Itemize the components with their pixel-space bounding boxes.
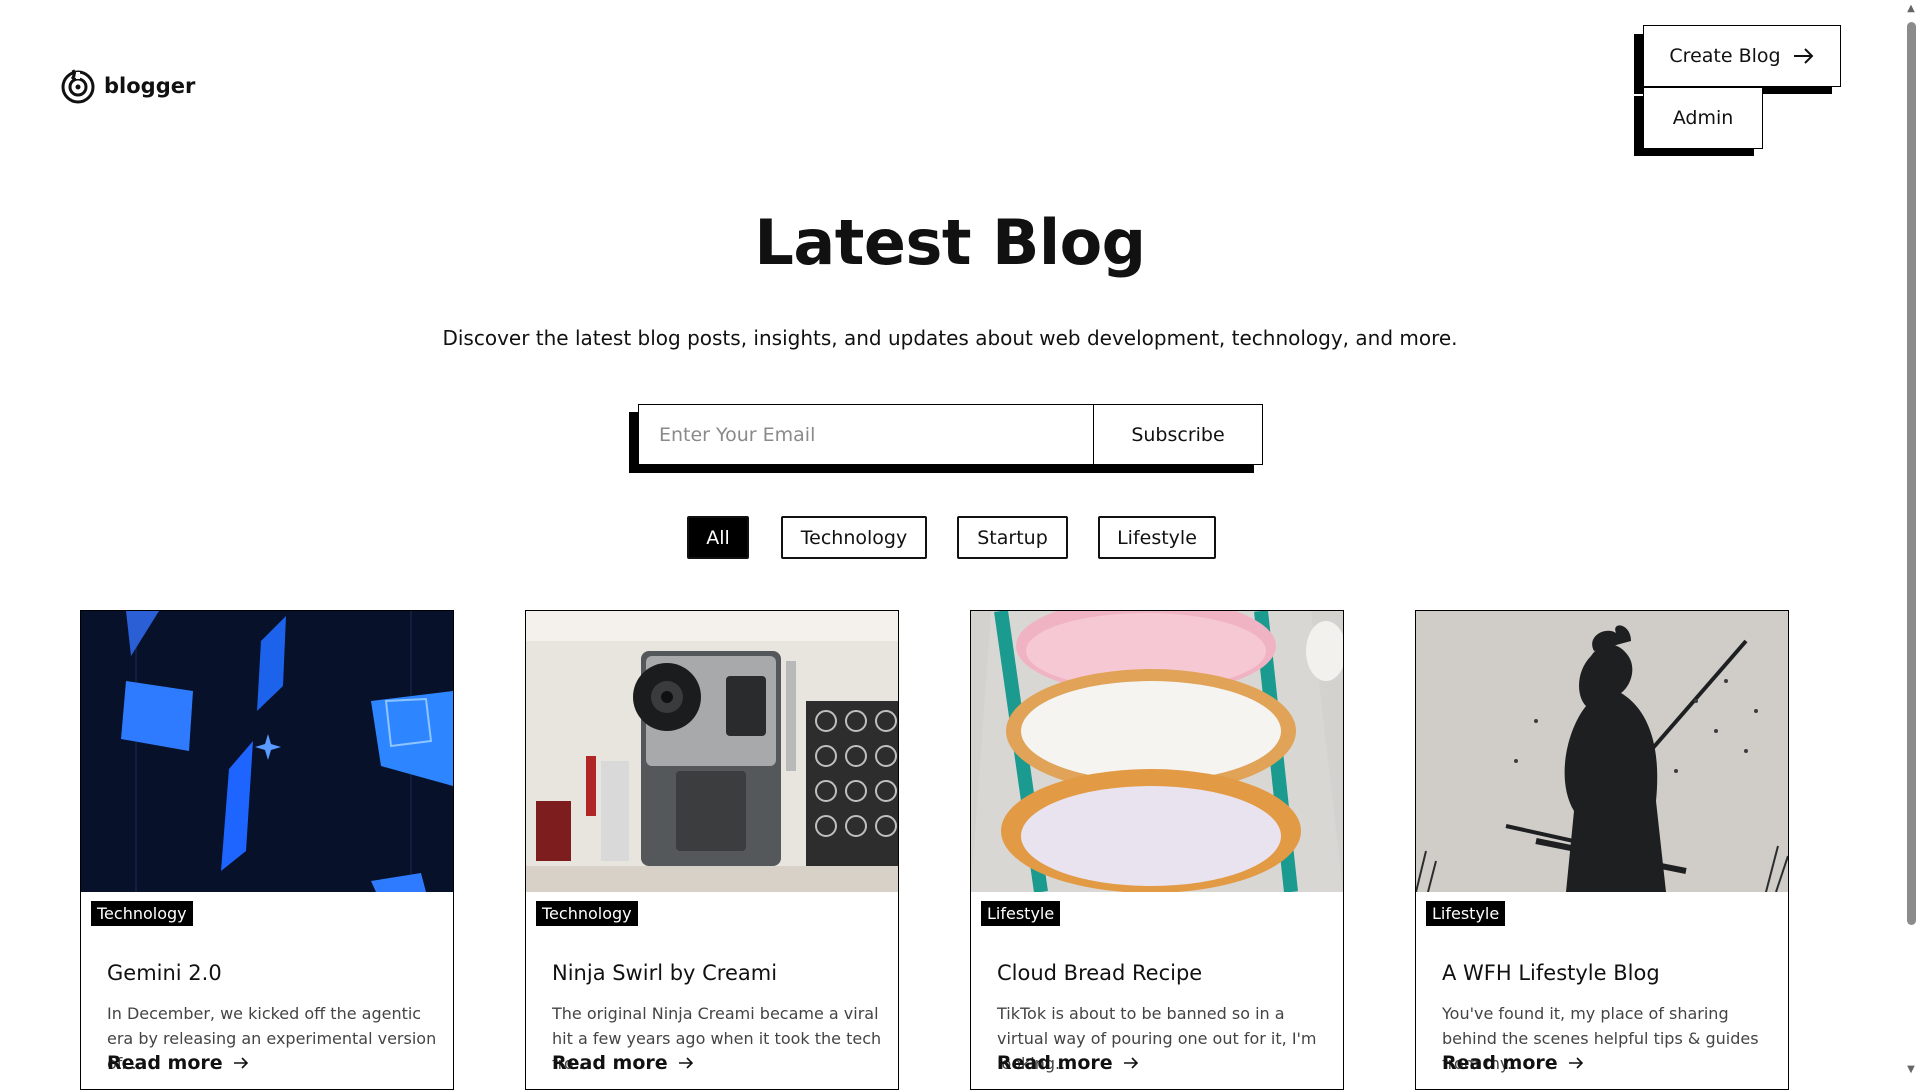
logo-icon <box>61 69 95 104</box>
arrow-right-icon <box>1793 48 1813 64</box>
page-title: Latest Blog <box>754 206 1146 279</box>
admin-button[interactable]: Admin <box>1643 87 1763 149</box>
category-badge: Technology <box>536 901 638 926</box>
filter-technology[interactable]: Technology <box>781 516 927 559</box>
blog-card[interactable]: Technology Gemini 2.0 In December, we ki… <box>80 610 454 1090</box>
logo[interactable]: blogger <box>60 68 195 104</box>
create-blog-label: Create Blog <box>1669 45 1781 67</box>
category-badge: Lifestyle <box>1426 901 1506 926</box>
read-more-link[interactable]: Read more <box>997 1052 1139 1074</box>
card-title[interactable]: Cloud Bread Recipe <box>997 961 1202 985</box>
arrow-right-icon <box>1568 1057 1583 1069</box>
filter-lifestyle[interactable]: Lifestyle <box>1098 516 1216 559</box>
create-blog-button[interactable]: Create Blog <box>1643 25 1841 87</box>
scrollbar-thumb[interactable] <box>1907 22 1916 925</box>
card-image-samurai <box>1416 611 1788 892</box>
subscribe-form: Subscribe <box>638 404 1263 465</box>
read-more-label: Read more <box>552 1052 668 1074</box>
card-image-cloud-bread <box>971 611 1343 892</box>
read-more-link[interactable]: Read more <box>107 1052 249 1074</box>
scroll-up-arrow-icon[interactable]: ▲ <box>1905 3 1917 15</box>
read-more-label: Read more <box>997 1052 1113 1074</box>
page-subtitle: Discover the latest blog posts, insights… <box>442 326 1458 350</box>
filter-startup[interactable]: Startup <box>957 516 1068 559</box>
arrow-right-icon <box>1123 1057 1138 1069</box>
card-title[interactable]: Ninja Swirl by Creami <box>552 961 777 985</box>
arrow-right-icon <box>233 1057 248 1069</box>
filter-all[interactable]: All <box>687 516 749 559</box>
read-more-link[interactable]: Read more <box>552 1052 694 1074</box>
card-image-ninja <box>526 611 898 892</box>
read-more-link[interactable]: Read more <box>1442 1052 1584 1074</box>
category-badge: Lifestyle <box>981 901 1061 926</box>
card-title[interactable]: Gemini 2.0 <box>107 961 222 985</box>
logo-text: blogger <box>104 74 196 98</box>
card-image-gemini <box>81 611 453 892</box>
card-title[interactable]: A WFH Lifestyle Blog <box>1442 961 1660 985</box>
read-more-label: Read more <box>1442 1052 1558 1074</box>
arrow-right-icon <box>678 1057 693 1069</box>
blog-card[interactable]: Lifestyle Cloud Bread Recipe TikTok is a… <box>970 610 1344 1090</box>
blog-card[interactable]: Technology Ninja Swirl by Creami The ori… <box>525 610 899 1090</box>
admin-label: Admin <box>1672 107 1734 129</box>
category-badge: Technology <box>91 901 193 926</box>
scroll-down-arrow-icon[interactable]: ▼ <box>1905 1064 1917 1076</box>
subscribe-button[interactable]: Subscribe <box>1093 405 1262 464</box>
email-input[interactable] <box>639 405 1093 464</box>
read-more-label: Read more <box>107 1052 223 1074</box>
blog-card[interactable]: Lifestyle A WFH Lifestyle Blog You've fo… <box>1415 610 1789 1090</box>
